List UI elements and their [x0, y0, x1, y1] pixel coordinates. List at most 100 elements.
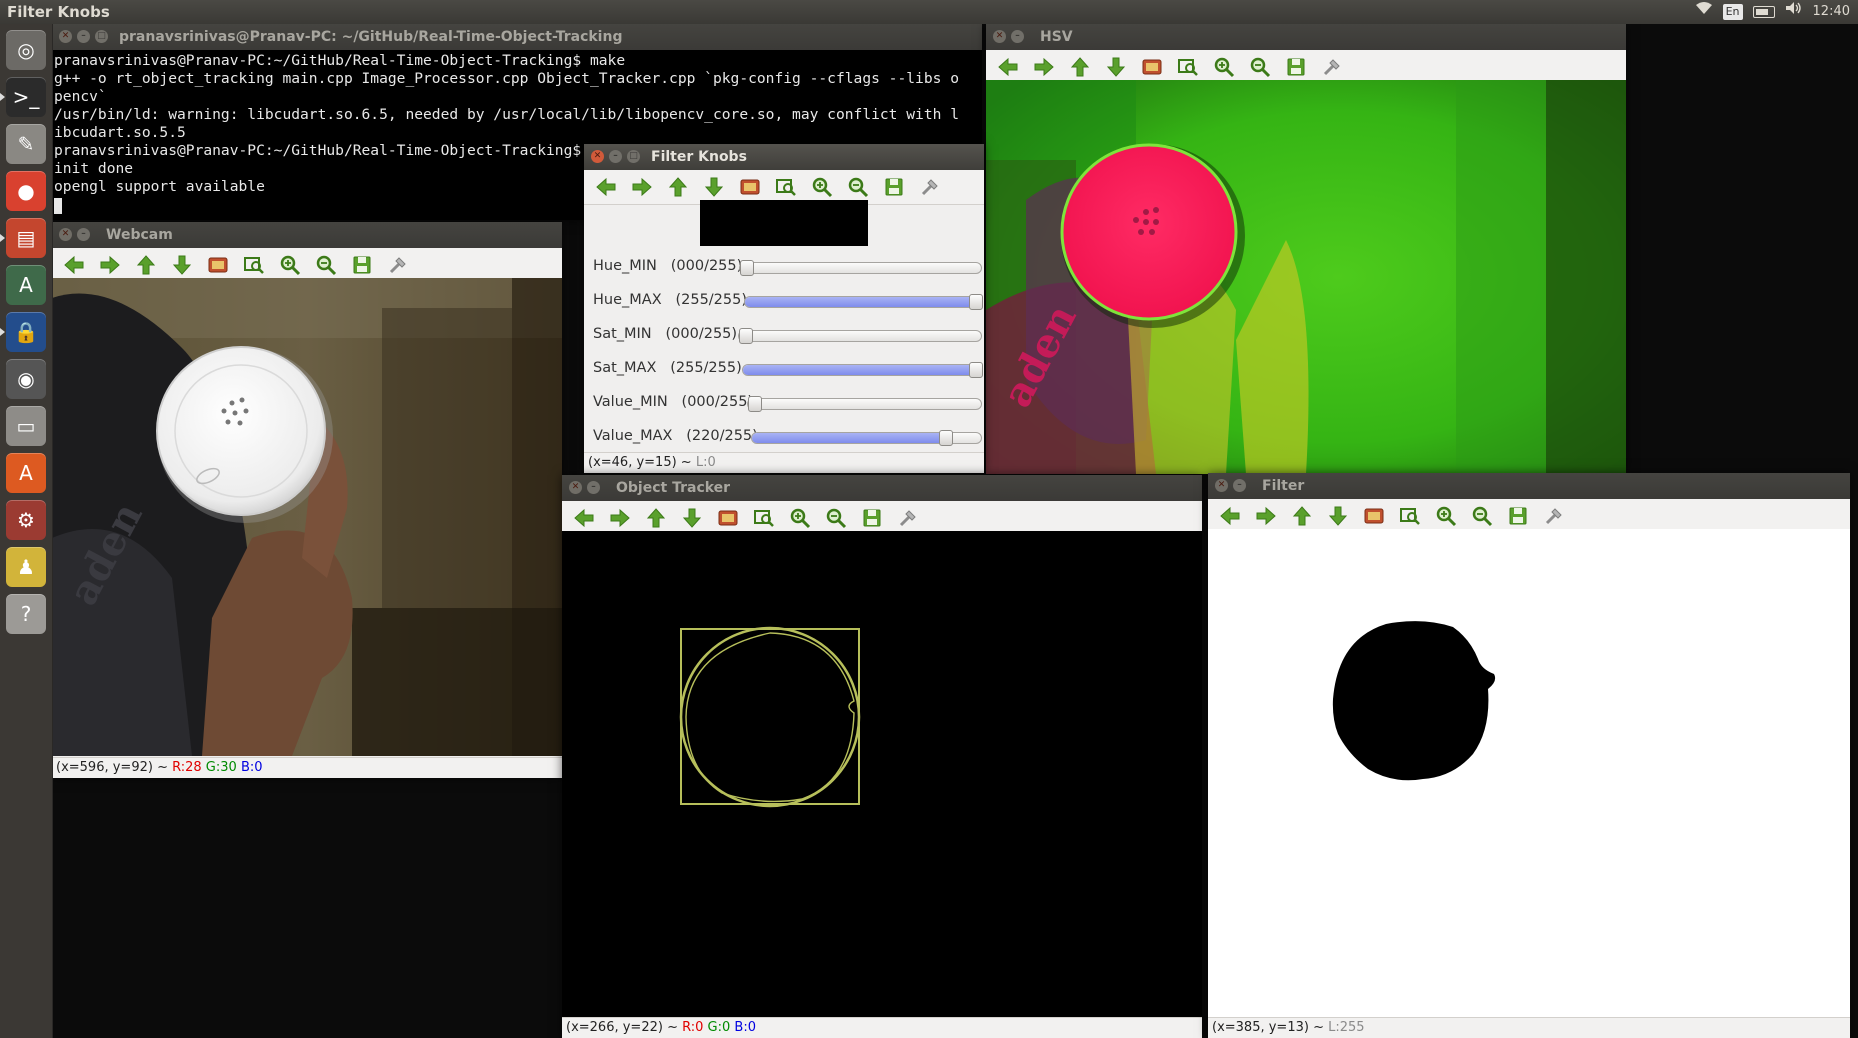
object-tracker-titlebar[interactable]: ✕ – Object Tracker [562, 475, 1202, 501]
pan-left-icon[interactable] [992, 52, 1024, 82]
pan-up-icon[interactable] [1064, 52, 1096, 82]
minimize-icon[interactable]: – [1011, 30, 1024, 43]
slider-thumb[interactable] [739, 328, 753, 344]
object-tracker-image[interactable] [562, 531, 1202, 1018]
pan-up-icon[interactable] [662, 172, 694, 202]
launcher-lock-app-icon[interactable]: 🔒 [6, 312, 46, 352]
zoom-in-icon[interactable] [806, 172, 838, 202]
save-icon[interactable] [1502, 501, 1534, 531]
zoom-out-icon[interactable] [1244, 52, 1276, 82]
minimize-icon[interactable]: – [77, 228, 90, 241]
knob-slider[interactable] [751, 430, 982, 446]
launcher-chrome-icon[interactable]: ● [6, 171, 46, 211]
zoom-in-icon[interactable] [274, 250, 306, 280]
pan-up-icon[interactable] [1286, 501, 1318, 531]
close-icon[interactable]: ✕ [591, 150, 604, 163]
pan-left-icon[interactable] [1214, 501, 1246, 531]
keyboard-layout-indicator[interactable]: En [1722, 4, 1743, 20]
pan-right-icon[interactable] [1250, 501, 1282, 531]
launcher-ninja-ide-icon[interactable]: ♟ [6, 547, 46, 587]
pan-down-icon[interactable] [1322, 501, 1354, 531]
launcher-dash-home-icon[interactable]: ◎ [6, 30, 46, 70]
zoom-in-icon[interactable] [1430, 501, 1462, 531]
maximize-icon[interactable]: □ [95, 30, 108, 43]
pan-down-icon[interactable] [676, 503, 708, 533]
knob-slider[interactable] [738, 328, 982, 344]
save-icon[interactable] [346, 250, 378, 280]
slider-thumb[interactable] [969, 362, 983, 378]
minimize-icon[interactable]: – [77, 30, 90, 43]
pan-down-icon[interactable] [1100, 52, 1132, 82]
zoom-out-icon[interactable] [842, 172, 874, 202]
pan-right-icon[interactable] [626, 172, 658, 202]
launcher-help-icon[interactable]: ? [6, 594, 46, 634]
webcam-image[interactable]: aden [52, 278, 562, 756]
close-icon[interactable]: ✕ [1215, 479, 1228, 492]
zoom-out-icon[interactable] [310, 250, 342, 280]
launcher-text-editor-icon[interactable]: ✎ [6, 124, 46, 164]
filter-knobs-titlebar[interactable]: ✕ – □ Filter Knobs [584, 144, 984, 170]
close-icon[interactable]: ✕ [569, 481, 582, 494]
zoom-to-100-icon[interactable] [770, 172, 802, 202]
properties-icon[interactable] [382, 250, 414, 280]
knobs-image-preview[interactable] [700, 200, 868, 246]
properties-icon[interactable] [1316, 52, 1348, 82]
knob-slider[interactable] [742, 362, 983, 378]
close-icon[interactable]: ✕ [993, 30, 1006, 43]
knob-slider[interactable] [747, 396, 982, 412]
volume-icon[interactable] [1785, 0, 1803, 24]
knob-slider[interactable] [744, 294, 983, 310]
slider-thumb[interactable] [969, 294, 983, 310]
knob-slider[interactable] [739, 260, 982, 276]
slider-thumb[interactable] [939, 430, 954, 446]
launcher-files-icon[interactable]: ▤ [6, 218, 46, 258]
save-icon[interactable] [878, 172, 910, 202]
clock[interactable]: 12:40 [1813, 0, 1850, 24]
minimize-icon[interactable]: – [609, 150, 622, 163]
battery-icon[interactable] [1752, 6, 1775, 18]
slider-thumb[interactable] [740, 260, 754, 276]
close-icon[interactable]: ✕ [59, 30, 72, 43]
launcher-webcam-app-icon[interactable]: ◉ [6, 359, 46, 399]
zoom-to-100-icon[interactable] [1172, 52, 1204, 82]
minimize-icon[interactable]: – [1233, 479, 1246, 492]
pan-right-icon[interactable] [604, 503, 636, 533]
zoom-out-icon[interactable] [820, 503, 852, 533]
save-icon[interactable] [1280, 52, 1312, 82]
hsv-titlebar[interactable]: ✕ – HSV [986, 24, 1626, 50]
zoom-to-fit-icon[interactable] [712, 503, 744, 533]
zoom-to-fit-icon[interactable] [734, 172, 766, 202]
filter-mask-image[interactable] [1208, 529, 1850, 1018]
pan-right-icon[interactable] [1028, 52, 1060, 82]
pan-up-icon[interactable] [130, 250, 162, 280]
zoom-in-icon[interactable] [1208, 52, 1240, 82]
pan-right-icon[interactable] [94, 250, 126, 280]
launcher-software-center-icon[interactable]: A [6, 453, 46, 493]
close-icon[interactable]: ✕ [59, 228, 72, 241]
zoom-to-100-icon[interactable] [748, 503, 780, 533]
launcher-disk-drive-icon[interactable]: ▭ [6, 406, 46, 446]
filter-titlebar[interactable]: ✕ – Filter [1208, 473, 1850, 499]
zoom-in-icon[interactable] [784, 503, 816, 533]
pan-left-icon[interactable] [58, 250, 90, 280]
pan-down-icon[interactable] [698, 172, 730, 202]
wifi-icon[interactable] [1695, 0, 1713, 24]
pan-down-icon[interactable] [166, 250, 198, 280]
webcam-titlebar[interactable]: ✕ – Webcam [52, 222, 562, 248]
minimize-icon[interactable]: – [587, 481, 600, 494]
launcher-software-updater-icon[interactable]: A [6, 265, 46, 305]
launcher-terminal-icon[interactable]: >_ [6, 77, 46, 117]
maximize-icon[interactable]: □ [627, 150, 640, 163]
properties-icon[interactable] [1538, 501, 1570, 531]
zoom-to-fit-icon[interactable] [202, 250, 234, 280]
launcher-system-settings-icon[interactable]: ⚙ [6, 500, 46, 540]
save-icon[interactable] [856, 503, 888, 533]
zoom-to-100-icon[interactable] [238, 250, 270, 280]
terminal-titlebar[interactable]: ✕ – □ pranavsrinivas@Pranav-PC: ~/GitHub… [52, 24, 982, 50]
properties-icon[interactable] [892, 503, 924, 533]
properties-icon[interactable] [914, 172, 946, 202]
pan-left-icon[interactable] [568, 503, 600, 533]
hsv-image[interactable]: aden [986, 80, 1626, 474]
zoom-to-100-icon[interactable] [1394, 501, 1426, 531]
pan-up-icon[interactable] [640, 503, 672, 533]
